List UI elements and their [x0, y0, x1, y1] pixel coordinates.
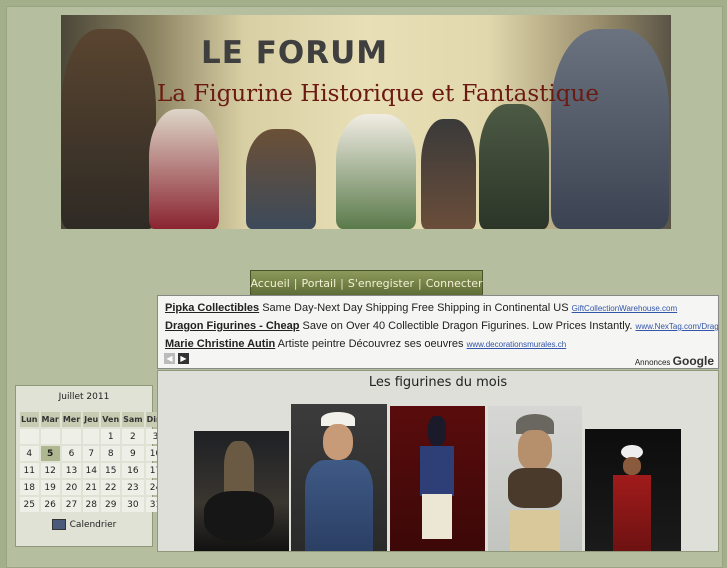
ad-title[interactable]: Marie Christine Autin [165, 338, 275, 350]
calendar-day-header: Jeu [83, 412, 100, 427]
google-logo: Google [672, 354, 714, 368]
calendar-day[interactable]: 12 [40, 463, 60, 478]
figurine-photo-bust-officer[interactable] [291, 404, 387, 551]
banner-subtitle: La Figurine Historique et Fantastique [157, 81, 599, 107]
calendar-day [20, 429, 39, 444]
figurines-heading: Les figurines du mois [368, 375, 508, 390]
calendar-day[interactable]: 4 [20, 446, 39, 461]
calendar-day[interactable]: 16 [122, 463, 144, 478]
ad-url[interactable]: www.decorationsmurales.ch [467, 340, 567, 349]
calendar-day-header: Lun [20, 412, 39, 427]
calendar-day[interactable]: 29 [101, 497, 121, 512]
ads-label: Annonces [634, 358, 671, 367]
ad-item[interactable]: Dragon Figurines - Cheap Save on Over 40… [165, 320, 718, 332]
nav-separator: | [293, 276, 298, 290]
banner-figure-chef [336, 114, 416, 229]
figurine-photo-bust-warrior[interactable] [488, 406, 582, 551]
calendar-day[interactable]: 25 [20, 497, 39, 512]
calendar-day-header: Mer [61, 412, 82, 427]
ad-text: Save on Over 40 Collectible Dragon Figur… [302, 320, 633, 332]
figurine-photo-hussar[interactable] [194, 431, 289, 551]
calendar-day[interactable]: 15 [101, 463, 121, 478]
nav-login[interactable]: Connecter [426, 277, 483, 290]
calendar-day[interactable]: 23 [122, 480, 144, 495]
calendar-day[interactable]: 20 [61, 480, 82, 495]
calendar-link-label: Calendrier [69, 520, 117, 530]
figurine-photo-mamluk[interactable] [585, 429, 681, 551]
calendar-day[interactable]: 27 [61, 497, 82, 512]
banner-figure-welder [421, 119, 476, 229]
banner-figure-geisha [149, 109, 219, 229]
calendar-day[interactable]: 14 [83, 463, 100, 478]
calendar-month: Juillet 2011 [58, 392, 110, 402]
banner-title: LE FORUM [201, 35, 389, 71]
calendar-day-header: Ven [101, 412, 121, 427]
ad-next-icon[interactable]: ▶ [178, 353, 189, 364]
calendar-day-header: Sam [122, 412, 144, 427]
calendar-day [61, 429, 82, 444]
ad-text: Same Day-Next Day Shipping Free Shipping… [262, 302, 569, 314]
calendar-day[interactable]: 18 [20, 480, 39, 495]
main-nav: Accueil | Portail | S'enregister | Conne… [250, 270, 483, 296]
calendar-day[interactable]: 19 [40, 480, 60, 495]
calendar-day[interactable]: 21 [83, 480, 100, 495]
nav-accueil[interactable]: Accueil [250, 277, 289, 290]
calendar-widget: Juillet 2011 Lun Mar Mer Jeu Ven Sam Dim… [15, 385, 166, 547]
calendar-day[interactable]: 6 [61, 446, 82, 461]
nav-separator: | [340, 276, 344, 290]
calendar-day [40, 429, 60, 444]
ad-url[interactable]: GiftCollectionWarehouse.com [572, 304, 678, 313]
banner-figure-knight [551, 29, 669, 229]
calendar-grid: Lun Mar Mer Jeu Ven Sam Dim 1 2 3 4 5 6 … [18, 410, 167, 514]
ad-text: Artiste peintre Découvrez ses oeuvres [277, 338, 464, 350]
calendar-day[interactable]: 28 [83, 497, 100, 512]
ad-pager: ◀ ▶ [164, 353, 189, 364]
forum-banner[interactable]: LE FORUM La Figurine Historique et Fanta… [61, 15, 671, 229]
calendar-day[interactable]: 9 [122, 446, 144, 461]
ad-title[interactable]: Dragon Figurines - Cheap [165, 320, 299, 332]
nav-register[interactable]: S'enregister [348, 277, 414, 290]
banner-figure-orc [479, 104, 549, 229]
calendar-day[interactable]: 8 [101, 446, 121, 461]
ad-prev-icon[interactable]: ◀ [164, 353, 175, 364]
ad-url[interactable]: www.NexTag.com/Dragon-Figurines [636, 322, 718, 331]
calendar-icon [51, 519, 66, 530]
calendar-day[interactable]: 1 [101, 429, 121, 444]
nav-portail[interactable]: Portail [301, 277, 336, 290]
banner-figure-hunter [61, 29, 156, 229]
calendar-link[interactable]: Calendrier [16, 519, 152, 530]
ad-title[interactable]: Pipka Collectibles [165, 302, 259, 314]
calendar-day[interactable]: 26 [40, 497, 60, 512]
calendar-day[interactable]: 13 [61, 463, 82, 478]
ad-item[interactable]: Marie Christine Autin Artiste peintre Dé… [165, 338, 566, 350]
calendar-day[interactable]: 2 [122, 429, 144, 444]
ad-item[interactable]: Pipka Collectibles Same Day-Next Day Shi… [165, 302, 677, 314]
nav-separator: | [418, 276, 422, 290]
calendar-day[interactable]: 30 [122, 497, 144, 512]
calendar-day-today[interactable]: 5 [40, 446, 60, 461]
ad-box: Pipka Collectibles Same Day-Next Day Shi… [157, 295, 719, 369]
banner-figure-soldier [246, 129, 316, 229]
calendar-day[interactable]: 7 [83, 446, 100, 461]
figurines-panel: Les figurines du mois [157, 370, 719, 552]
calendar-day [83, 429, 100, 444]
figurine-photo-grenadier[interactable] [390, 406, 485, 551]
calendar-day[interactable]: 22 [101, 480, 121, 495]
calendar-day[interactable]: 11 [20, 463, 39, 478]
ads-by-google[interactable]: Annonces Google [635, 354, 714, 368]
calendar-day-header: Mar [40, 412, 60, 427]
